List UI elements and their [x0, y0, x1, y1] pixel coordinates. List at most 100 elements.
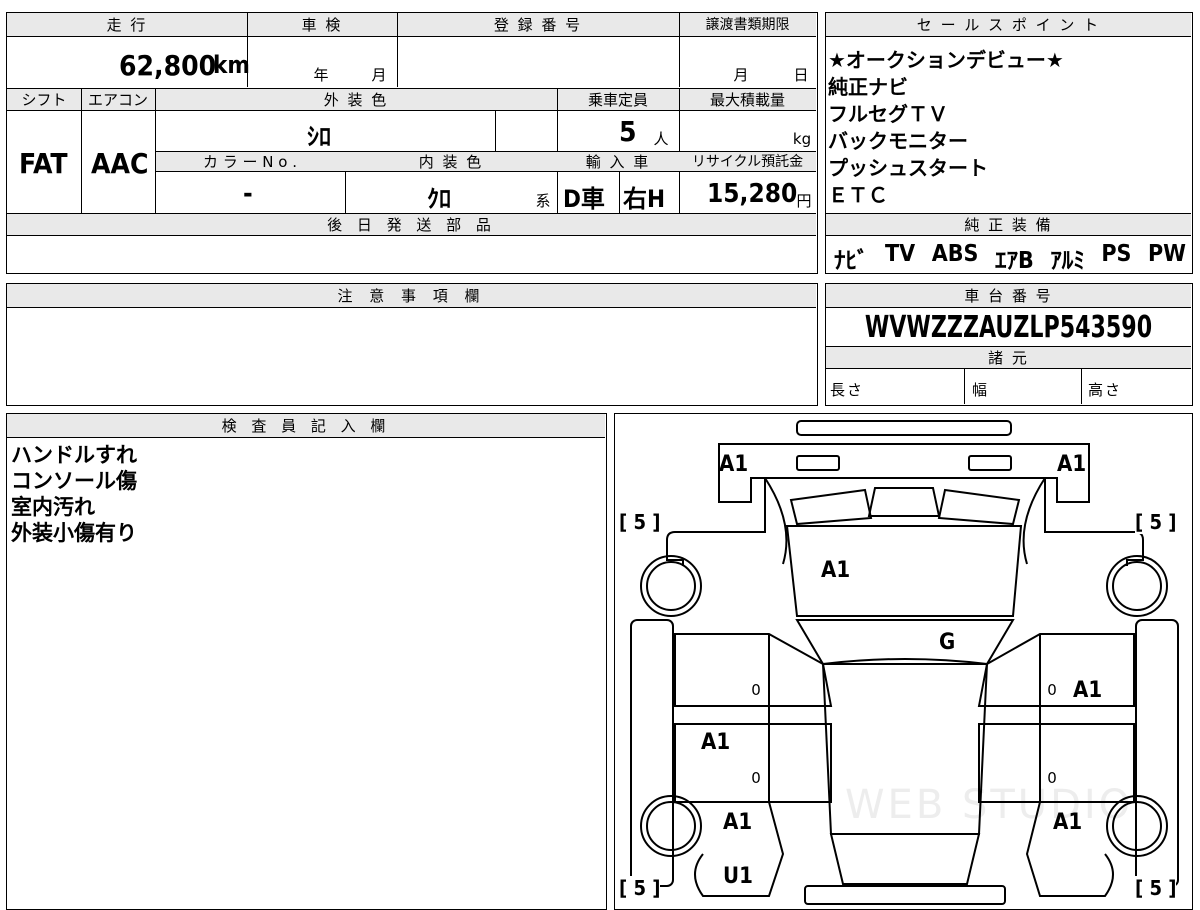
inspector-notes-label: 検 査 員 記 入 欄	[221, 417, 391, 435]
import-d-value: D車	[563, 185, 605, 213]
equipment-item: TV	[885, 241, 916, 267]
maxload-unit: kg	[792, 130, 812, 148]
right-rear-door	[978, 723, 1135, 803]
left-side-panel	[630, 619, 674, 887]
caution-box: 注 意 事 項 欄	[6, 283, 818, 406]
chassis-label: 車 台 番 号	[964, 287, 1053, 305]
right-side-panel	[1135, 619, 1179, 887]
recycle-fee-label: リサイクル預託金	[691, 154, 804, 170]
sales-point-line: フルセグＴＶ	[828, 102, 948, 126]
shaken-year: 年	[313, 66, 331, 84]
equipment-item: ｴｱB	[994, 248, 1034, 274]
aircon-label: エアコン	[87, 91, 148, 109]
width-label: 幅	[972, 381, 990, 399]
capacity-label: 乗車定員	[587, 91, 648, 109]
door-zero-mark: 0	[751, 769, 761, 787]
tire-rear-left	[640, 795, 702, 857]
equipment-item: ABS	[931, 241, 979, 267]
exterior-color-value: ｼﾛ	[307, 123, 331, 151]
chassis-box: 車 台 番 号 WVWZZZAUZLP543590 諸 元 長さ 幅 高さ	[825, 283, 1193, 406]
inspector-note: ハンドルすれ	[11, 443, 137, 467]
car-diagram	[630, 420, 1179, 905]
chassis-number: WVWZZZAUZLP543590	[864, 310, 1153, 345]
equipment-item: PS	[1101, 241, 1132, 267]
grille-left	[789, 488, 873, 526]
caution-label: 注 意 事 項 欄	[337, 287, 486, 305]
mark-hood: A1	[821, 558, 851, 583]
equipment-item: PW	[1147, 241, 1186, 267]
mark-right-front-door: A1	[1073, 678, 1103, 703]
import-h-value: 右H	[623, 185, 666, 213]
shaken-month: 月	[371, 66, 389, 84]
body-outline	[666, 478, 1144, 566]
transfer-month: 月	[733, 66, 751, 84]
mileage-unit: km	[213, 51, 250, 79]
shaken-label: 車 検	[301, 16, 343, 34]
mark-left-rear-door: A1	[701, 730, 731, 755]
windshield	[795, 619, 1015, 665]
later-parts-label: 後 日 発 送 部 品	[327, 216, 496, 234]
door-zero-mark: 0	[751, 681, 761, 699]
sales-point-list: ★オークションデビュー★ 純正ナビ フルセグＴＶ バックモニター プッシュスター…	[828, 47, 1064, 209]
sales-point-line: バックモニター	[828, 129, 968, 153]
recycle-fee-value: 15,280	[707, 179, 798, 209]
equipment-list: ﾅﾋﾞ TV ABS ｴｱB ｱﾙﾐ PS PW	[834, 241, 1186, 275]
equipment-item: ｱﾙﾐ	[1050, 248, 1085, 274]
inspector-note: コンソール傷	[11, 469, 137, 493]
interior-color-value: ｸﾛ	[427, 185, 451, 213]
tire-mark-rear-left: [ 5 ]	[619, 876, 661, 900]
grille-right	[937, 488, 1021, 526]
roof	[821, 658, 989, 835]
reg-number-label: 登 録 番 号	[493, 16, 583, 34]
tire-mark-front-left: [ 5 ]	[619, 510, 661, 534]
tire-front-left	[640, 555, 702, 617]
transfer-deadline-label: 譲渡書類期限	[705, 17, 790, 33]
left-rear-door	[674, 723, 832, 803]
inspector-note: 外装小傷有り	[11, 521, 137, 545]
grille-mid	[867, 487, 941, 517]
sales-point-line: ＥＴＣ	[828, 183, 888, 207]
tire-front-right	[1106, 555, 1168, 617]
mark-front-left: A1	[719, 452, 749, 477]
equipment-item: ﾅﾋﾞ	[834, 248, 869, 274]
transfer-day: 日	[793, 66, 811, 84]
capacity-value: 5	[619, 115, 637, 148]
mark-windshield: G	[939, 630, 956, 655]
sales-point-box: セ ー ル ス ポ イ ン ト ★オークションデビュー★ 純正ナビ フルセグＴＶ…	[825, 12, 1193, 274]
tire-mark-rear-right: [ 5 ]	[1135, 876, 1177, 900]
mark-front-right: A1	[1057, 452, 1087, 477]
import-car-label: 輸 入 車	[585, 153, 651, 171]
color-number-value: -	[243, 179, 253, 209]
mileage-label: 走 行	[106, 16, 148, 34]
door-zero-mark: 0	[1047, 769, 1057, 787]
maxload-label: 最大積載量	[709, 91, 785, 109]
door-zero-mark: 0	[1047, 681, 1057, 699]
specs-label: 諸 元	[988, 349, 1029, 367]
headlight-right	[968, 455, 1012, 471]
recycle-fee-unit: 円	[796, 192, 812, 210]
height-label: 高さ	[1088, 381, 1123, 399]
sales-point-label: セ ー ル ス ポ イ ン ト	[916, 16, 1101, 34]
mark-left-rear-fender: A1	[723, 810, 753, 835]
inspector-notes-box: 検 査 員 記 入 欄 ハンドルすれ コンソール傷 室内汚れ 外装小傷有り	[6, 413, 607, 910]
vehicle-info-table: 走 行 車 検 登 録 番 号 譲渡書類期限 62,800 km 年 月 月 日…	[6, 12, 818, 274]
interior-color-label: 内 装 色	[418, 153, 484, 171]
sales-point-line: プッシュスタート	[828, 156, 988, 180]
interior-color-unit: 系	[535, 192, 553, 210]
mileage-value: 62,800	[119, 49, 217, 82]
capacity-unit: 人	[653, 130, 671, 148]
length-label: 長さ	[830, 381, 865, 399]
sales-point-line: 純正ナビ	[828, 75, 908, 99]
rear-bumper	[804, 885, 1006, 905]
mark-right-rear-fender: A1	[1053, 810, 1083, 835]
tire-mark-front-right: [ 5 ]	[1135, 510, 1177, 534]
inspector-notes-list: ハンドルすれ コンソール傷 室内汚れ 外装小傷有り	[11, 442, 137, 546]
aircon-value: AAC	[91, 147, 149, 180]
mark-rear-left-lower: U1	[723, 864, 753, 889]
color-number-label: カ ラ ー N o .	[202, 153, 297, 171]
headlight-left	[796, 455, 840, 471]
sales-point-line: ★オークションデビュー★	[828, 48, 1064, 72]
exterior-color-label: 外 装 色	[323, 91, 389, 109]
inspector-note: 室内汚れ	[11, 495, 95, 519]
equipment-label: 純 正 装 備	[964, 216, 1053, 234]
